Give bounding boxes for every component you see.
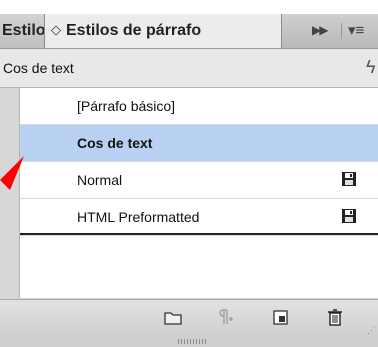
- style-name: HTML Preformatted: [77, 209, 200, 225]
- resize-grip-icon[interactable]: ⋰: [367, 325, 376, 336]
- list-item[interactable]: Cos de text: [20, 125, 378, 162]
- list-item[interactable]: [Párrafo básico]: [20, 88, 378, 125]
- clear-overrides-icon[interactable]: [216, 307, 236, 327]
- current-style-row: Cos de text ϟ: [0, 49, 378, 88]
- panel-menu-button[interactable]: ▾≡: [345, 14, 378, 48]
- collapse-panel-button[interactable]: ▶▶: [298, 14, 340, 48]
- trash-icon[interactable]: [325, 307, 345, 327]
- updown-arrows-icon: ◇: [51, 22, 61, 37]
- drag-handle[interactable]: [178, 339, 206, 344]
- toolbar-divider: [341, 23, 342, 39]
- bottom-toolbar: [0, 299, 378, 336]
- list-item[interactable]: HTML Preformatted: [20, 199, 378, 236]
- new-group-icon[interactable]: [163, 307, 183, 327]
- quick-apply-icon[interactable]: ϟ: [366, 57, 376, 78]
- floppy-disk-icon: [342, 209, 356, 223]
- style-name: Cos de text: [77, 135, 153, 151]
- style-name: [Párrafo básico]: [77, 98, 176, 114]
- floppy-disk-icon: [342, 172, 356, 186]
- list-item[interactable]: Normal: [20, 162, 378, 199]
- style-name: Normal: [77, 172, 123, 188]
- tab-character-styles-label: Estilos de carácter: [2, 22, 44, 39]
- current-style-label: Cos de text: [3, 60, 74, 76]
- double-chevron-right-icon: ▶▶: [312, 23, 329, 37]
- tab-paragraph-styles[interactable]: ◇ Estilos de párrafo: [44, 14, 282, 48]
- red-arrow-annotation: [0, 156, 24, 190]
- list-divider: [20, 233, 378, 235]
- tab-character-styles[interactable]: Estilos de carácter: [0, 14, 44, 48]
- new-style-icon[interactable]: [271, 307, 291, 327]
- style-list[interactable]: [Párrafo básico] Cos de text Normal HTML…: [19, 88, 378, 298]
- panel-menu-icon: ▾≡: [348, 22, 365, 39]
- tab-paragraph-styles-label: Estilos de párrafo: [66, 22, 202, 39]
